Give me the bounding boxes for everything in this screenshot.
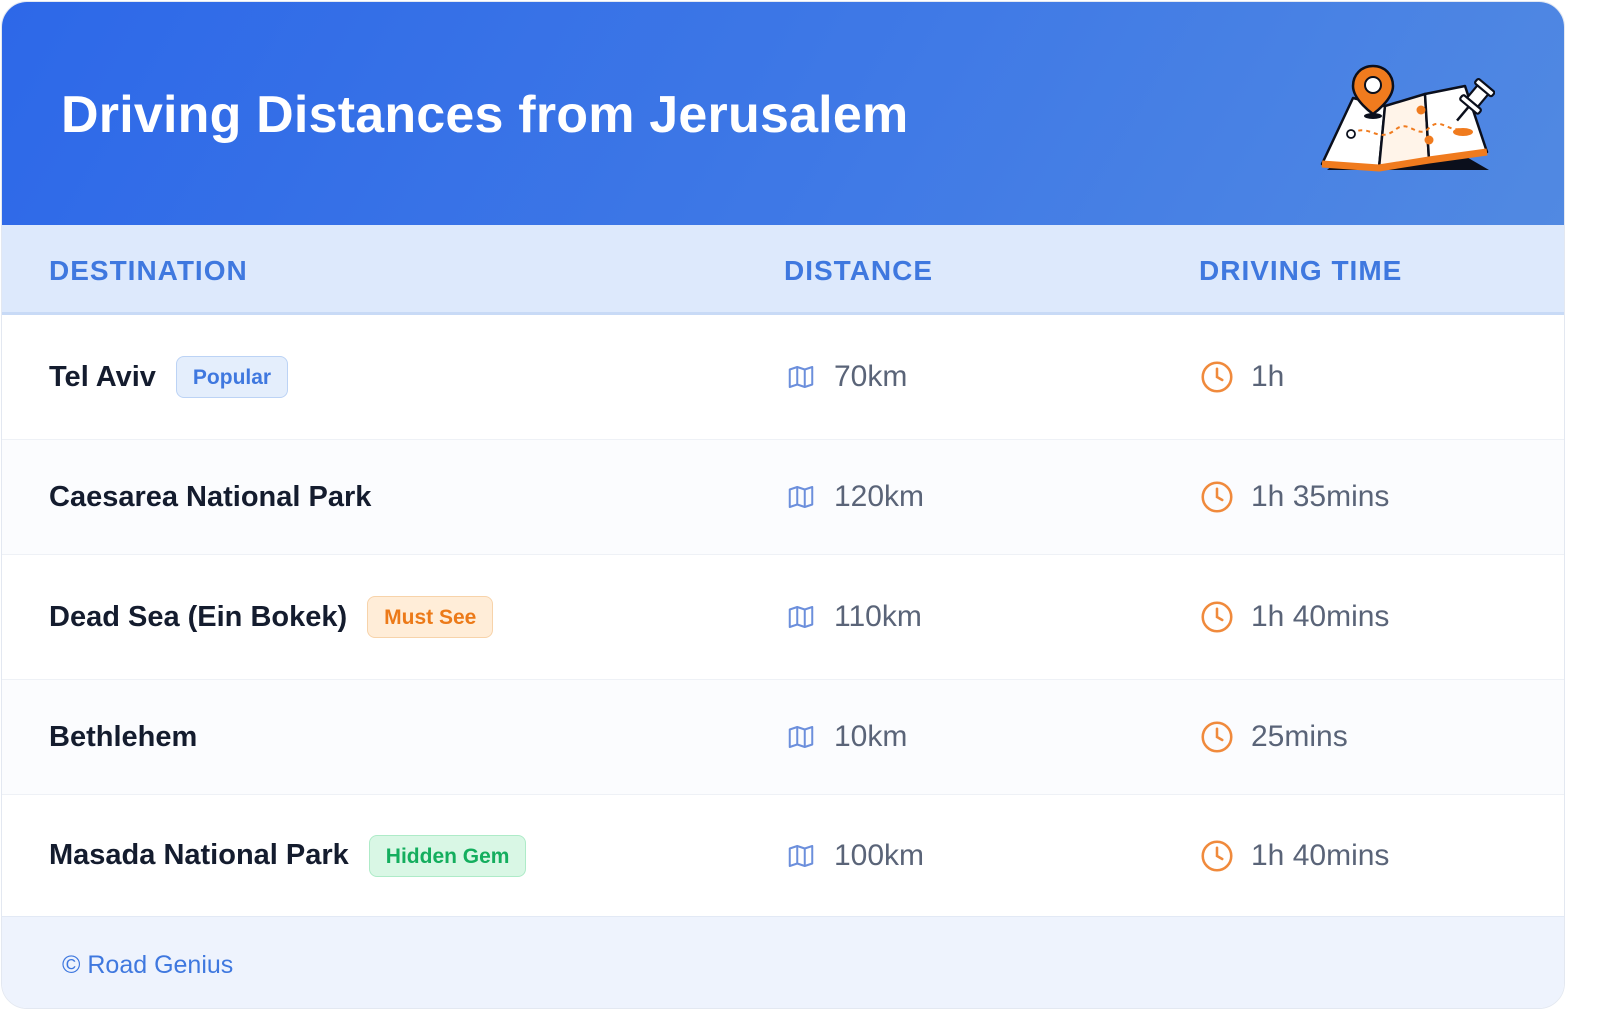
clock-icon xyxy=(1199,599,1235,635)
column-header-driving-time[interactable]: DRIVING TIME xyxy=(1199,255,1402,287)
clock-icon xyxy=(1199,838,1235,874)
table-row: Caesarea National Park 120km 1h 35mins xyxy=(2,440,1564,555)
destination-name: Tel Aviv xyxy=(49,360,156,393)
distance-cell: 120km xyxy=(784,440,924,554)
map-icon xyxy=(784,362,818,392)
driving-time-value: 1h 40mins xyxy=(1251,600,1390,633)
table-header: DESTINATION DISTANCE DRIVING TIME xyxy=(2,225,1564,315)
table-row: Tel Aviv Popular 70km 1h xyxy=(2,315,1564,440)
clock-icon xyxy=(1199,359,1235,395)
map-icon xyxy=(784,482,818,512)
clock-icon xyxy=(1199,719,1235,755)
destination-cell: Tel Aviv Popular xyxy=(49,315,289,439)
table-row: Bethlehem 10km 25mins xyxy=(2,680,1564,795)
page-title: Driving Distances from Jerusalem xyxy=(61,86,909,144)
time-cell: 1h xyxy=(1199,315,1284,439)
table-row: Dead Sea (Ein Bokek) Must See 110km 1h 4… xyxy=(2,555,1564,680)
distance-card: Driving Distances from Jerusalem DESTINA… xyxy=(1,1,1565,1009)
distance-cell: 10km xyxy=(784,680,907,794)
map-icon xyxy=(784,602,818,632)
clock-icon xyxy=(1199,479,1235,515)
must-see-badge: Must See xyxy=(367,596,494,638)
time-cell: 1h 40mins xyxy=(1199,555,1389,679)
destination-cell: Caesarea National Park xyxy=(49,440,371,554)
driving-time-value: 25mins xyxy=(1251,720,1348,753)
distance-value: 100km xyxy=(834,838,925,872)
destination-name: Caesarea National Park xyxy=(49,480,372,513)
distance-cell: 100km xyxy=(784,795,924,916)
map-icon xyxy=(784,841,818,871)
time-cell: 1h 40mins xyxy=(1199,795,1389,916)
map-icon xyxy=(784,722,818,752)
distance-value: 70km xyxy=(834,360,908,393)
popular-badge: Popular xyxy=(175,356,289,398)
destination-name: Dead Sea (Ein Bokek) xyxy=(49,600,348,633)
distance-cell: 110km xyxy=(784,555,922,679)
copyright-link[interactable]: © Road Genius xyxy=(62,951,233,980)
time-cell: 1h 35mins xyxy=(1199,440,1389,554)
folded-map-with-pins-icon xyxy=(1320,64,1495,172)
driving-time-value: 1h xyxy=(1251,360,1285,393)
distance-value: 120km xyxy=(834,480,925,513)
destination-name: Masada National Park xyxy=(49,839,349,871)
destination-cell: Bethlehem xyxy=(49,680,197,794)
table-row: Masada National Park Hidden Gem 100km 1h… xyxy=(2,795,1564,916)
distance-value: 110km xyxy=(834,600,922,633)
distance-cell: 70km xyxy=(784,315,907,439)
destination-cell: Masada National Park Hidden Gem xyxy=(49,795,527,916)
card-header: Driving Distances from Jerusalem xyxy=(2,2,1564,225)
column-header-destination[interactable]: DESTINATION xyxy=(49,255,248,287)
driving-time-value: 1h 40mins xyxy=(1251,838,1390,872)
column-header-distance[interactable]: DISTANCE xyxy=(784,255,933,287)
hidden-gem-badge: Hidden Gem xyxy=(368,834,527,877)
card-footer: © Road Genius xyxy=(2,916,1564,1008)
distance-value: 10km xyxy=(834,720,908,753)
driving-time-value: 1h 35mins xyxy=(1251,480,1390,513)
destination-name: Bethlehem xyxy=(49,720,198,753)
time-cell: 25mins xyxy=(1199,680,1348,794)
destination-cell: Dead Sea (Ein Bokek) Must See xyxy=(49,555,494,679)
